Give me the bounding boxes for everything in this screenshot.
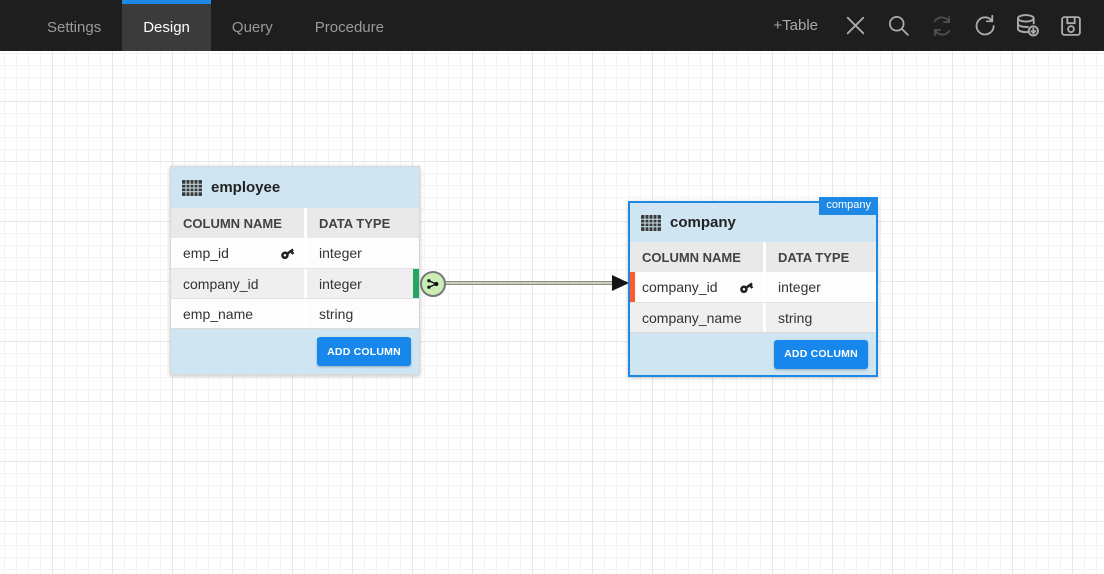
col-header-type: DATA TYPE: [766, 242, 876, 272]
table-row[interactable]: company_id integer: [630, 272, 876, 302]
table-row[interactable]: company_id integer: [171, 268, 419, 298]
column-name: company_id: [183, 276, 259, 292]
column-header-row: COLUMN NAME DATA TYPE: [171, 208, 419, 238]
table-name: employee: [211, 179, 280, 196]
relation-node-icon[interactable]: [420, 271, 446, 297]
column-header-row: COLUMN NAME DATA TYPE: [630, 242, 876, 272]
column-name: emp_name: [183, 306, 253, 322]
card-footer: ADD COLUMN: [171, 328, 419, 374]
refresh-icon[interactable]: [971, 12, 998, 39]
column-type: string: [766, 303, 876, 332]
relation-source-handle[interactable]: [413, 269, 419, 298]
column-type: integer: [766, 272, 876, 302]
tab-bar: Settings Design Query Procedure: [0, 0, 405, 51]
column-name: company_name: [642, 310, 742, 326]
table-row[interactable]: emp_id integer: [171, 238, 419, 268]
add-table-button[interactable]: +Table: [773, 17, 818, 34]
table-card-company[interactable]: company company COLUMN NAME DATA TYPE co…: [628, 201, 878, 377]
column-name: company_id: [642, 279, 718, 295]
column-type: integer: [307, 269, 419, 298]
add-column-button[interactable]: ADD COLUMN: [774, 340, 868, 369]
design-canvas[interactable]: employee COLUMN NAME DATA TYPE emp_id in…: [0, 51, 1104, 574]
tab-settings[interactable]: Settings: [26, 0, 122, 51]
table-grid-icon: [641, 215, 661, 231]
table-header-employee[interactable]: employee: [171, 167, 419, 208]
col-header-type: DATA TYPE: [307, 208, 419, 238]
close-icon[interactable]: [842, 12, 869, 39]
database-export-icon[interactable]: [1014, 12, 1041, 39]
toolbar-actions: +Table: [773, 0, 1104, 51]
tab-query[interactable]: Query: [211, 0, 294, 51]
column-type: string: [307, 299, 419, 328]
save-icon[interactable]: [1057, 12, 1084, 39]
table-row[interactable]: company_name string: [630, 302, 876, 332]
relation-line[interactable]: [420, 281, 616, 285]
sync-icon: [928, 12, 955, 39]
column-type: integer: [307, 238, 419, 268]
tab-design[interactable]: Design: [122, 0, 211, 51]
topbar: Settings Design Query Procedure +Table: [0, 0, 1104, 51]
search-icon[interactable]: [885, 12, 912, 39]
table-card-employee[interactable]: employee COLUMN NAME DATA TYPE emp_id in…: [170, 166, 420, 375]
col-header-name: COLUMN NAME: [171, 208, 307, 238]
primary-key-icon: [739, 280, 754, 295]
card-footer: ADD COLUMN: [630, 332, 876, 375]
table-row[interactable]: emp_name string: [171, 298, 419, 328]
relation-arrowhead: [612, 275, 629, 291]
table-grid-icon: [182, 180, 202, 196]
relation-target-handle[interactable]: [630, 272, 635, 302]
column-name: emp_id: [183, 245, 229, 261]
selected-table-badge: company: [819, 197, 878, 215]
add-column-button[interactable]: ADD COLUMN: [317, 337, 411, 366]
tab-procedure[interactable]: Procedure: [294, 0, 405, 51]
col-header-name: COLUMN NAME: [630, 242, 766, 272]
primary-key-icon: [280, 246, 295, 261]
table-name: company: [670, 214, 736, 231]
